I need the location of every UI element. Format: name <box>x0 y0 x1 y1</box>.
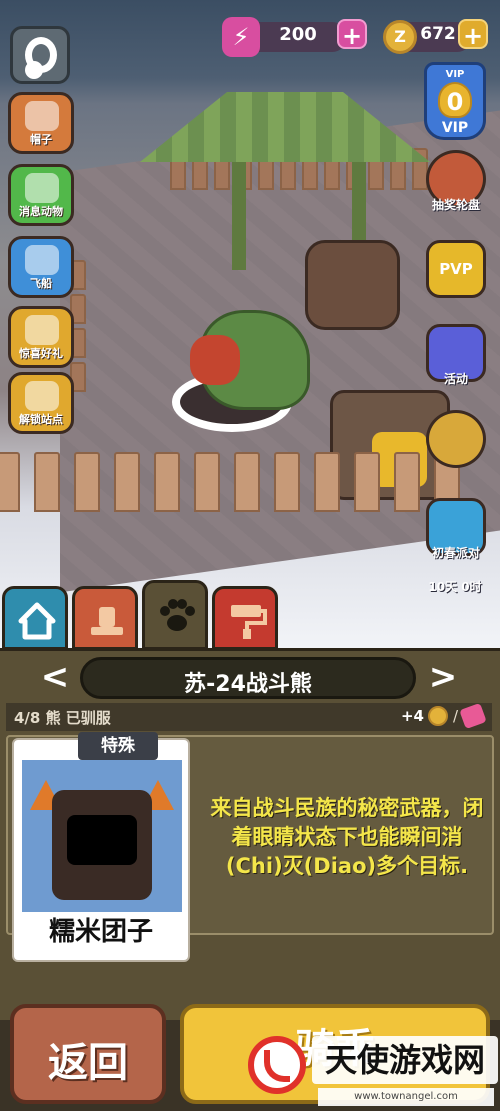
tab-animals[interactable] <box>142 580 208 650</box>
right-menu-egg[interactable] <box>422 410 490 468</box>
right-menu-label: 抽奖轮盘 <box>431 198 480 212</box>
animal-card: 特殊 糯米团子 <box>12 732 190 962</box>
back-button-label: 返回 <box>48 1040 128 1086</box>
tab-home[interactable] <box>2 586 68 650</box>
animal-title: 苏-24战斗熊 <box>184 672 312 697</box>
animal-description: 来自战斗民族的秘密武器，闭着眼睛状态下也能瞬间消(Chi)灭(Diao)多个目标… <box>210 796 484 878</box>
category-tabs <box>0 580 500 650</box>
spaceship-icon <box>25 245 59 275</box>
animal-portrait <box>22 760 182 912</box>
separator: / <box>452 707 458 725</box>
next-animal-button[interactable]: > <box>428 659 458 699</box>
left-menu-spaceship[interactable]: 飞船 <box>8 236 74 298</box>
paw-tab-icon <box>160 599 195 631</box>
game-scene: ⚡ 200 + Z 672 + 帽子 消息动物 飞船 惊喜好礼 解锁站点 VIP… <box>0 0 500 650</box>
hat-icon <box>25 101 59 131</box>
right-menu-label: 初春派对 <box>431 546 480 560</box>
right-menu-label: 活动 <box>443 372 468 386</box>
tame-count: 4/8 熊 已驯服 <box>14 709 111 727</box>
trophy-icon: PVP <box>426 240 486 298</box>
coin-value: 672 <box>420 24 456 44</box>
umbrella-pole <box>232 150 246 270</box>
left-menu-label: 惊喜好礼 <box>19 347 63 360</box>
energy-value: 200 <box>279 24 317 45</box>
left-menu-hat[interactable]: 帽子 <box>8 92 74 154</box>
hat-tab-icon <box>91 607 123 635</box>
lightning-icon: ⚡ <box>222 17 260 57</box>
prev-animal-button[interactable]: < <box>40 659 70 699</box>
gift-icon <box>25 315 59 345</box>
bear-animal[interactable] <box>305 240 400 330</box>
unlock-icon <box>25 381 59 411</box>
vip-label: VIP <box>441 120 469 136</box>
left-menu-label: 飞船 <box>30 277 52 290</box>
ticket-icon <box>459 702 487 730</box>
front-fence <box>0 452 460 512</box>
paw-icon <box>25 173 59 203</box>
add-coins-button[interactable]: + <box>458 19 488 50</box>
paint-roller-icon <box>231 605 267 639</box>
house-icon <box>18 602 56 640</box>
dinosaur-helmet <box>190 335 240 385</box>
tab-hat[interactable] <box>72 586 138 650</box>
left-menu-label: 消息动物 <box>19 205 63 218</box>
rarity-badge: 特殊 <box>78 732 158 760</box>
tame-status-row: 4/8 熊 已驯服 +4 / <box>6 702 492 731</box>
bonus-value: +4 <box>400 707 424 725</box>
tab-tools[interactable] <box>212 586 278 650</box>
coin-icon: Z <box>383 20 417 54</box>
animal-nickname: 糯米团子 <box>48 917 153 947</box>
add-energy-button[interactable]: + <box>337 19 367 50</box>
vip-top-label: VIP <box>445 69 465 80</box>
left-menu-label: 帽子 <box>30 133 52 146</box>
vip-button[interactable]: VIP 0 VIP <box>424 62 486 140</box>
left-menu-gift[interactable]: 惊喜好礼 <box>8 306 74 368</box>
right-menu-events[interactable]: 活动 <box>422 324 490 387</box>
umbrella-canopy <box>140 92 430 162</box>
settings-button[interactable] <box>10 26 70 84</box>
left-menu-unlock[interactable]: 解锁站点 <box>8 372 74 434</box>
right-menu-party[interactable]: 初春派对 <box>422 498 490 561</box>
left-menu-animals[interactable]: 消息动物 <box>8 164 74 226</box>
coin-icon <box>428 706 448 726</box>
watermark-url: www.townangel.com <box>318 1088 494 1106</box>
left-menu-label: 解锁站点 <box>19 413 63 426</box>
watermark-text: 天使游戏网 <box>312 1036 498 1084</box>
animal-title-bar: 苏-24战斗熊 <box>80 657 416 699</box>
watermark-logo <box>248 1036 306 1094</box>
egg-icon <box>426 410 486 468</box>
right-menu-pvp[interactable]: PVP <box>422 240 490 298</box>
right-menu-wheel[interactable]: 抽奖轮盘 <box>422 150 490 213</box>
vip-level: 0 <box>438 82 472 118</box>
back-button[interactable]: 返回 <box>10 1004 166 1104</box>
